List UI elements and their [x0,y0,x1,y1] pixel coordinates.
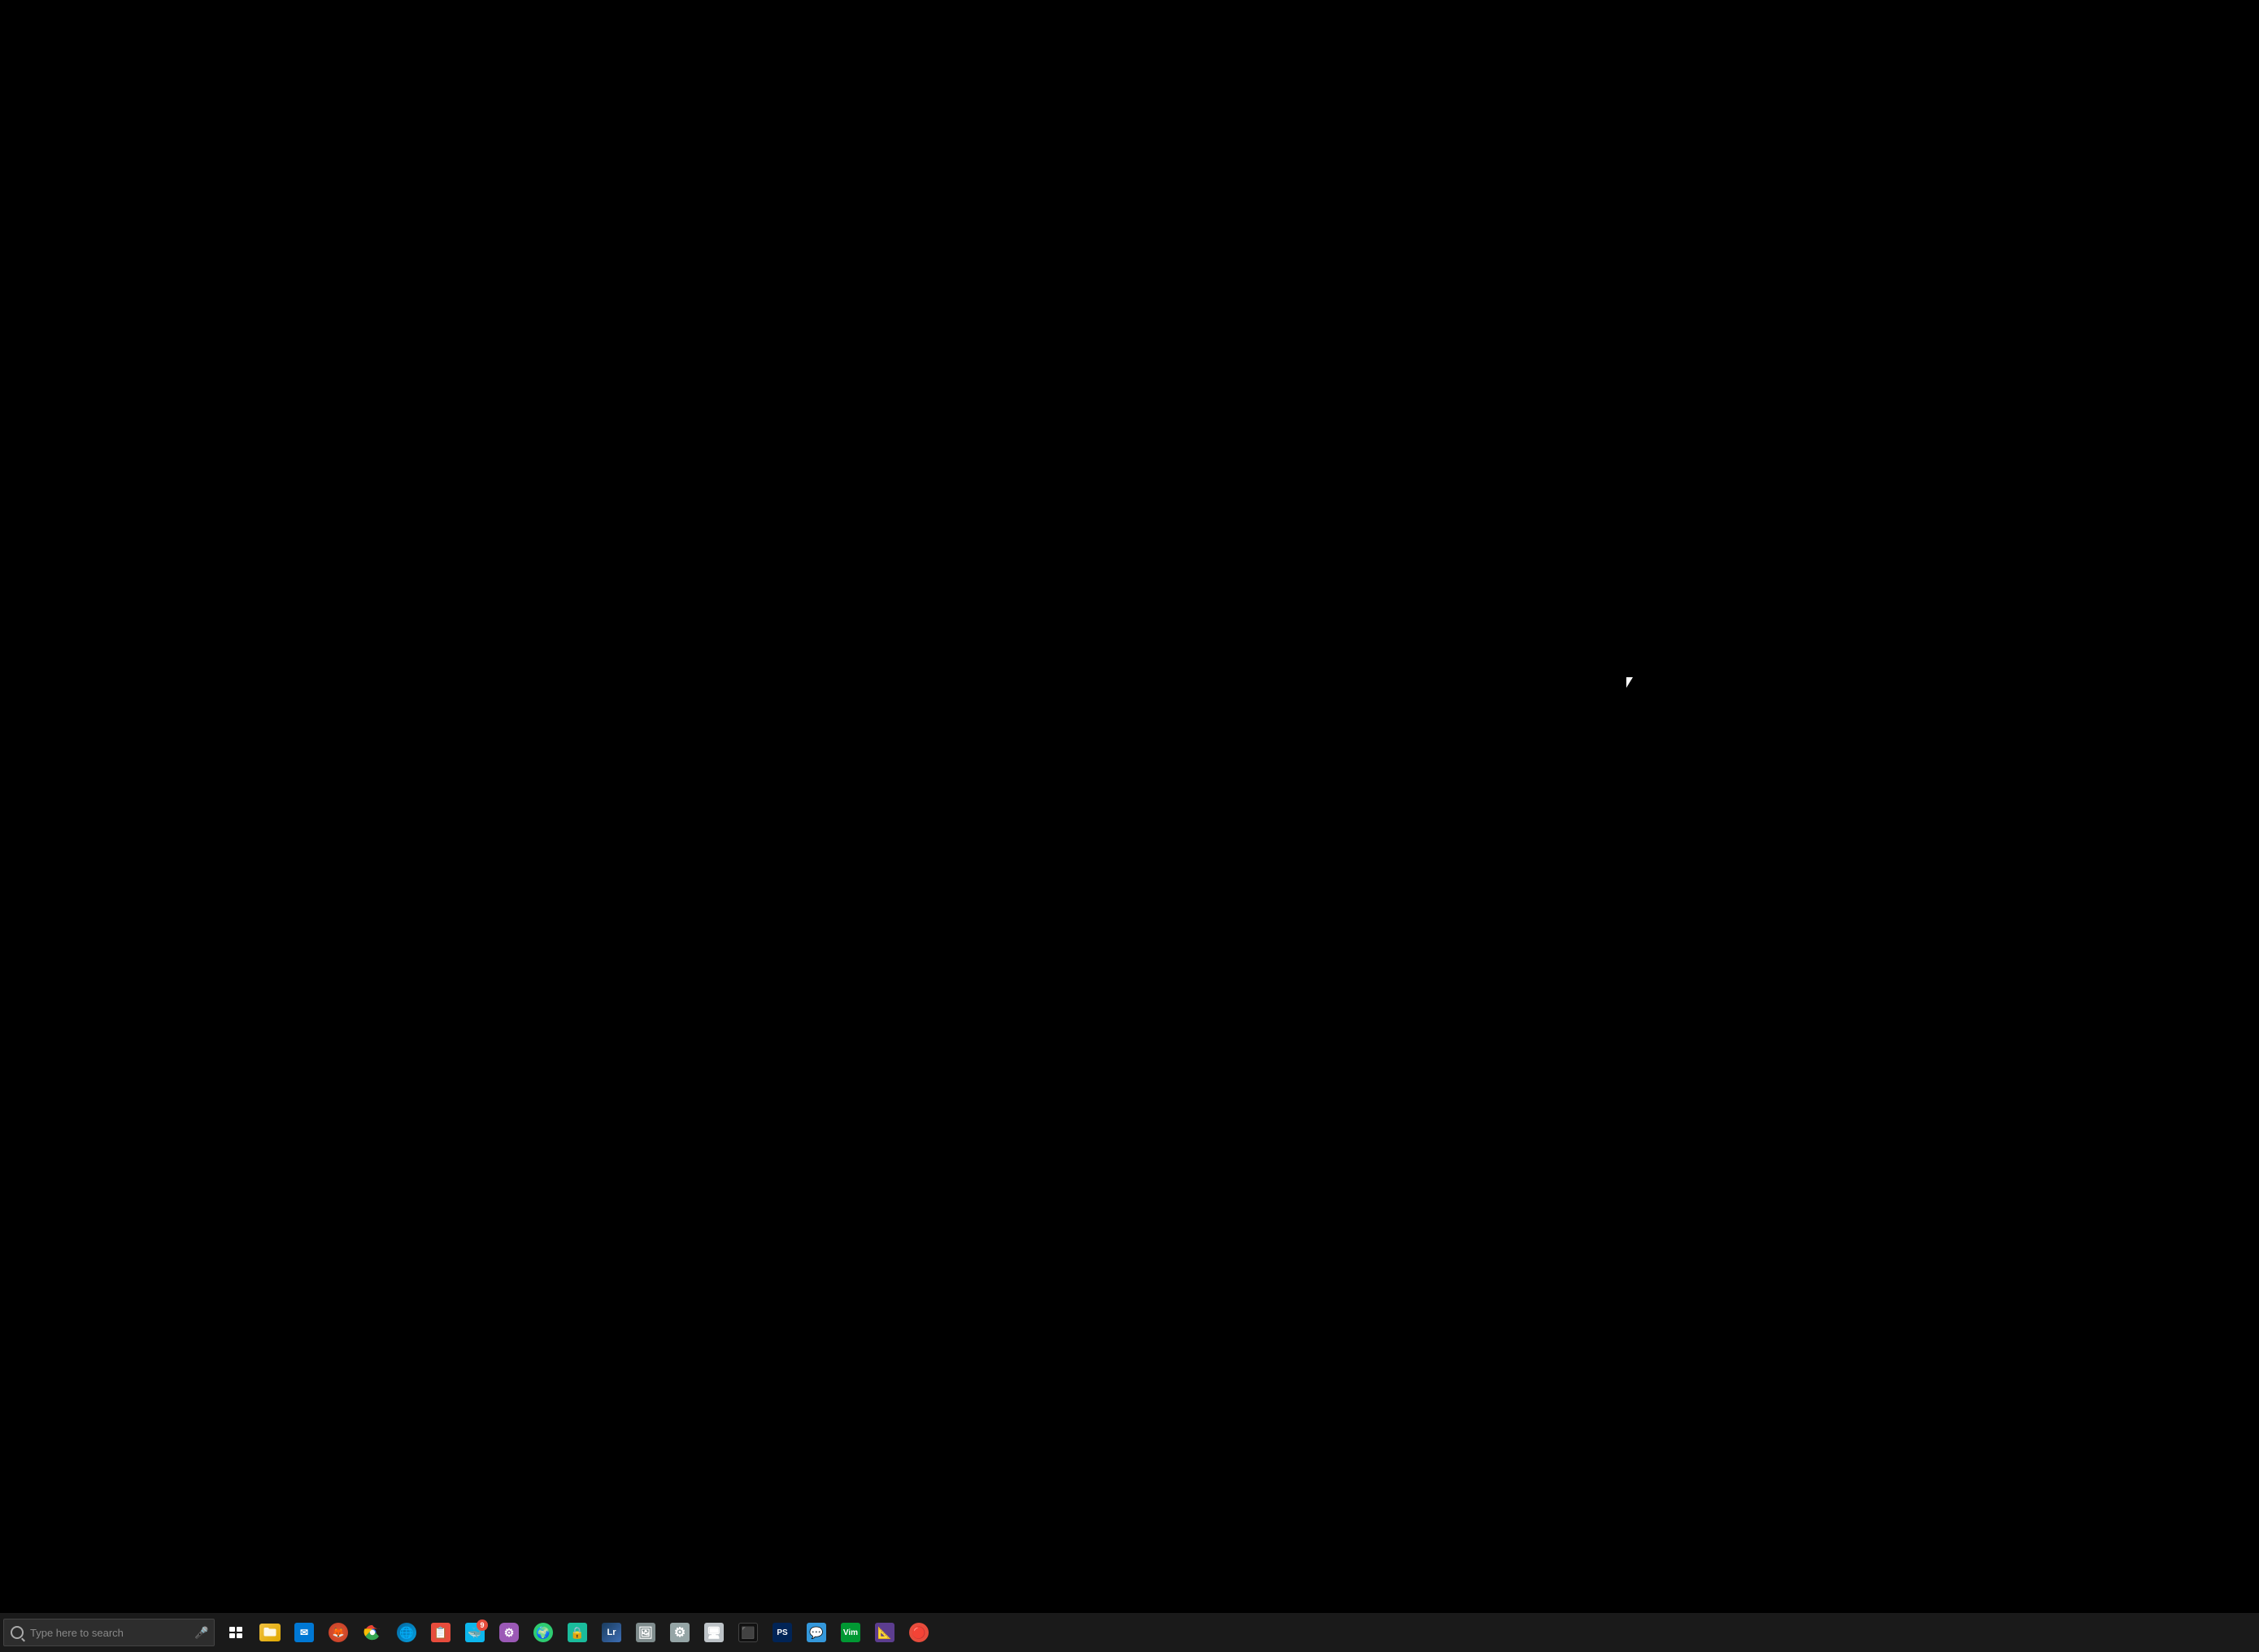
network-button[interactable]: 🌍 [527,1616,559,1649]
app1-icon: ⚙ [499,1623,519,1642]
keeper-icon: 🔒 [568,1623,587,1642]
search-input[interactable] [30,1627,189,1639]
file-explorer-icon [259,1624,281,1641]
wunderlist-button[interactable]: 📋 [424,1616,457,1649]
file-explorer-button[interactable] [254,1616,286,1649]
terminal-icon: ⬛ [738,1623,758,1642]
chrome-icon [363,1624,381,1641]
desktop [0,0,2259,1613]
lightroom-button[interactable]: Lr [595,1616,628,1649]
settings-icon: ⚙ [670,1623,690,1642]
taskbar: 🎤 ✉ 🦊 [0,1613,2259,1652]
app2-button[interactable]: 🖥 [698,1616,730,1649]
app4-button[interactable]: 🔴 [903,1616,935,1649]
keeper-button[interactable]: 🔒 [561,1616,594,1649]
docker-button[interactable]: 🐳 9 [459,1616,491,1649]
firefox-button[interactable]: 🦊 [322,1616,355,1649]
taskview-icon [229,1627,242,1638]
chrome-button[interactable] [356,1616,389,1649]
app3-icon: 💬 [807,1623,826,1642]
powershell-icon: PS [773,1623,792,1642]
network-icon: 🌍 [533,1623,553,1642]
mail-button[interactable]: ✉ [288,1616,320,1649]
docker-badge: 9 [477,1619,488,1631]
terminal-button[interactable]: ⬛ [732,1616,764,1649]
edge-button[interactable]: 🌐 [390,1616,423,1649]
microphone-icon[interactable]: 🎤 [196,1627,207,1638]
app1-button[interactable]: ⚙ [493,1616,525,1649]
photos-icon: 🖼 [636,1623,655,1642]
app4-icon: 🔴 [909,1623,929,1642]
vim-icon: Vim [841,1623,860,1642]
vscode-icon: 📐 [875,1623,894,1642]
settings-button[interactable]: ⚙ [664,1616,696,1649]
mouse-cursor [1626,677,1633,688]
vim-button[interactable]: Vim [834,1616,867,1649]
search-bar[interactable]: 🎤 [3,1619,215,1646]
lightroom-icon: Lr [602,1623,621,1642]
photos-button[interactable]: 🖼 [629,1616,662,1649]
app3-button[interactable]: 💬 [800,1616,833,1649]
mail-icon: ✉ [294,1623,314,1642]
app2-icon: 🖥 [704,1623,724,1642]
wunderlist-icon: 📋 [431,1623,450,1642]
taskview-button[interactable] [220,1616,252,1649]
firefox-icon: 🦊 [329,1623,348,1642]
powershell-button[interactable]: PS [766,1616,799,1649]
edge-icon: 🌐 [397,1623,416,1642]
vscode-button[interactable]: 📐 [868,1616,901,1649]
search-icon [11,1626,24,1639]
